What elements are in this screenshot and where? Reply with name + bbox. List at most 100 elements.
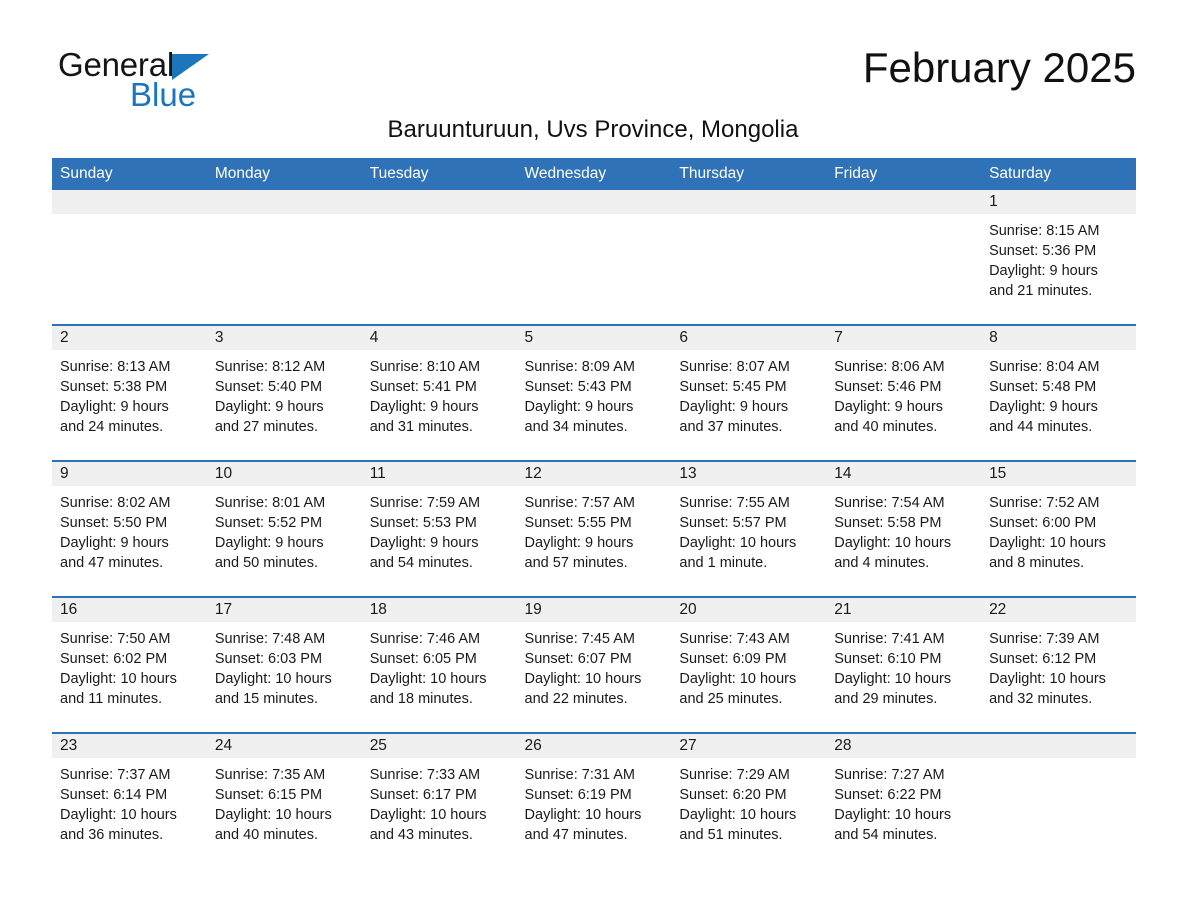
calendar-day-cell[interactable]: 5 Sunrise: 8:09 AM Sunset: 5:43 PM Daylight…: [516, 324, 672, 461]
calendar-day-cell[interactable]: 20 Sunrise: 7:43 AM Sunset: 6:09 PM Dayligh…: [671, 596, 827, 733]
calendar-day-cell[interactable]: 3 Sunrise: 8:12 AM Sunset: 5:40 PM Daylight…: [206, 324, 362, 461]
day-details: [826, 214, 981, 221]
daylight-text-cont: and 34 minutes.: [524, 419, 628, 435]
sunset-text: Sunset: 6:03 PM: [214, 651, 323, 667]
calendar-day-cell[interactable]: 25 Sunrise: 7:33 AM Sunset: 6:17 PM Dayligh…: [361, 732, 517, 868]
daylight-text-cont: and 21 minutes.: [989, 283, 1093, 299]
daylight-text-cont: and 4 minutes.: [834, 555, 930, 571]
calendar-day-cell[interactable]: 6 Sunrise: 8:07 AM Sunset: 5:45 PM Daylight…: [671, 324, 827, 461]
calendar-day-cell[interactable]: 7 Sunrise: 8:06 AM Sunset: 5:46 PM Daylight…: [826, 324, 982, 461]
calendar-day-cell-empty: [52, 190, 207, 325]
brand-logo[interactable]: General Blue: [58, 48, 318, 118]
day-number: [206, 190, 362, 214]
calendar-day-cell[interactable]: 2 Sunrise: 8:13 AM Sunset: 5:38 PM Daylight…: [52, 324, 207, 461]
day-details: Sunrise: 7:41 AM Sunset: 6:10 PM Daylight:…: [826, 622, 981, 709]
sunrise-text: Sunrise: 7:59 AM: [369, 495, 481, 511]
day-number: 1: [981, 190, 1136, 214]
sunrise-text: Sunrise: 7:57 AM: [524, 495, 635, 511]
day-details: Sunrise: 8:15 AM Sunset: 5:36 PM Daylight:…: [981, 214, 1136, 301]
day-details: Sunrise: 8:02 AM Sunset: 5:50 PM Daylight:…: [52, 486, 207, 573]
calendar-day-cell[interactable]: 18 Sunrise: 7:46 AM Sunset: 6:05 PM Dayligh…: [361, 596, 517, 733]
day-number: 13: [671, 462, 827, 486]
calendar-day-cell[interactable]: 27 Sunrise: 7:29 AM Sunset: 6:20 PM Dayligh…: [671, 732, 827, 868]
sunrise-text: Sunrise: 7:55 AM: [679, 495, 790, 511]
daylight-text: Daylight: 9 hours: [989, 399, 1098, 415]
sunset-text: Sunset: 6:12 PM: [989, 651, 1097, 667]
day-details: Sunrise: 7:43 AM Sunset: 6:09 PM Daylight:…: [671, 622, 826, 709]
calendar-day-cell[interactable]: 1 Sunrise: 8:15 AM Sunset: 5:36 PM Daylight…: [981, 190, 1136, 325]
calendar-day-cell[interactable]: 21 Sunrise: 7:41 AM Sunset: 6:10 PM Dayligh…: [826, 596, 982, 733]
daylight-text: Daylight: 10 hours: [834, 671, 952, 687]
day-details: Sunrise: 7:37 AM Sunset: 6:14 PM Daylight:…: [52, 758, 207, 845]
calendar-day-cell[interactable]: 22 Sunrise: 7:39 AM Sunset: 6:12 PM Dayligh…: [981, 596, 1136, 733]
daylight-text-cont: and 50 minutes.: [214, 555, 319, 571]
day-details: Sunrise: 7:55 AM Sunset: 5:57 PM Daylight:…: [671, 486, 826, 573]
calendar-day-cell-empty: [981, 732, 1136, 868]
sunrise-text: Sunrise: 7:27 AM: [834, 767, 945, 783]
calendar-day-cell[interactable]: 16 Sunrise: 7:50 AM Sunset: 6:02 PM Dayligh…: [52, 596, 207, 733]
sunset-text: Sunset: 6:17 PM: [369, 787, 477, 803]
day-number: 10: [206, 462, 362, 486]
calendar-day-cell[interactable]: 23 Sunrise: 7:37 AM Sunset: 6:14 PM Dayligh…: [52, 732, 207, 868]
sunset-text: Sunset: 5:43 PM: [524, 379, 632, 395]
calendar-day-cell[interactable]: 9 Sunrise: 8:02 AM Sunset: 5:50 PM Daylight…: [52, 460, 207, 597]
sunset-text: Sunset: 6:00 PM: [989, 515, 1097, 531]
calendar-week-row: 2 Sunrise: 8:13 AM Sunset: 5:38 PM Daylight…: [52, 324, 1136, 461]
calendar-table: Sunday Monday Tuesday Wednesday Thursday…: [52, 158, 1136, 868]
sunset-text: Sunset: 6:02 PM: [60, 651, 168, 667]
calendar-day-cell[interactable]: 15 Sunrise: 7:52 AM Sunset: 6:00 PM Dayligh…: [981, 460, 1136, 597]
sunrise-text: Sunrise: 8:07 AM: [679, 359, 790, 375]
daylight-text-cont: and 24 minutes.: [60, 419, 164, 435]
calendar-day-cell[interactable]: 12 Sunrise: 7:57 AM Sunset: 5:55 PM Dayligh…: [516, 460, 672, 597]
calendar-body: 1 Sunrise: 8:15 AM Sunset: 5:36 PM Daylight…: [52, 190, 1136, 868]
calendar-day-cell[interactable]: 10 Sunrise: 8:01 AM Sunset: 5:52 PM Dayligh…: [206, 460, 362, 597]
day-details: Sunrise: 7:48 AM Sunset: 6:03 PM Daylight:…: [207, 622, 362, 709]
brand-name-blue: Blue: [130, 76, 197, 113]
calendar-week-row: 23 Sunrise: 7:37 AM Sunset: 6:14 PM Dayligh…: [52, 732, 1136, 868]
daylight-text-cont: and 1 minute.: [679, 555, 768, 571]
calendar-day-cell-empty: [671, 190, 827, 325]
day-number: 25: [361, 734, 517, 758]
day-details: Sunrise: 7:39 AM Sunset: 6:12 PM Daylight:…: [981, 622, 1136, 709]
calendar-day-cell[interactable]: 11 Sunrise: 7:59 AM Sunset: 5:53 PM Dayligh…: [361, 460, 517, 597]
daylight-text: Daylight: 9 hours: [214, 535, 324, 551]
day-details: [671, 214, 826, 221]
sunset-text: Sunset: 6:10 PM: [834, 651, 942, 667]
daylight-text-cont: and 54 minutes.: [369, 555, 473, 571]
calendar-day-cell[interactable]: 8 Sunrise: 8:04 AM Sunset: 5:48 PM Daylight…: [981, 324, 1136, 461]
day-details: Sunrise: 8:12 AM Sunset: 5:40 PM Daylight:…: [207, 350, 362, 437]
day-number: 19: [516, 598, 672, 622]
sunset-text: Sunset: 6:09 PM: [679, 651, 787, 667]
calendar-day-cell[interactable]: 17 Sunrise: 7:48 AM Sunset: 6:03 PM Dayligh…: [206, 596, 362, 733]
day-details: [981, 758, 1136, 765]
day-details: Sunrise: 8:06 AM Sunset: 5:46 PM Daylight:…: [826, 350, 981, 437]
sunrise-text: Sunrise: 7:54 AM: [834, 495, 945, 511]
daylight-text: Daylight: 10 hours: [834, 535, 952, 551]
daylight-text: Daylight: 10 hours: [60, 807, 177, 823]
calendar-day-cell[interactable]: 24 Sunrise: 7:35 AM Sunset: 6:15 PM Dayligh…: [206, 732, 362, 868]
day-number: 12: [516, 462, 672, 486]
daylight-text: Daylight: 9 hours: [524, 399, 634, 415]
daylight-text-cont: and 44 minutes.: [989, 419, 1093, 435]
calendar-day-cell[interactable]: 13 Sunrise: 7:55 AM Sunset: 5:57 PM Dayligh…: [671, 460, 827, 597]
daylight-text: Daylight: 10 hours: [214, 671, 332, 687]
daylight-text-cont: and 15 minutes.: [214, 691, 319, 707]
page-subtitle: Baruunturuun, Uvs Province, Mongolia: [387, 116, 799, 143]
sunrise-text: Sunrise: 8:04 AM: [989, 359, 1100, 375]
daylight-text: Daylight: 10 hours: [524, 807, 642, 823]
calendar-day-cell[interactable]: 26 Sunrise: 7:31 AM Sunset: 6:19 PM Dayligh…: [516, 732, 672, 868]
calendar-day-cell[interactable]: 19 Sunrise: 7:45 AM Sunset: 6:07 PM Dayligh…: [516, 596, 672, 733]
day-number: 7: [826, 326, 982, 350]
calendar-day-cell[interactable]: 4 Sunrise: 8:10 AM Sunset: 5:41 PM Daylight…: [361, 324, 517, 461]
calendar-day-cell[interactable]: 28 Sunrise: 7:27 AM Sunset: 6:22 PM Dayligh…: [826, 732, 982, 868]
calendar-day-cell-empty: [826, 190, 982, 325]
sunset-text: Sunset: 5:46 PM: [834, 379, 942, 395]
daylight-text: Daylight: 9 hours: [60, 535, 169, 551]
calendar-day-cell[interactable]: 14 Sunrise: 7:54 AM Sunset: 5:58 PM Dayligh…: [826, 460, 982, 597]
daylight-text: Daylight: 10 hours: [679, 535, 797, 551]
calendar-day-cell-empty: [206, 190, 362, 325]
sunset-text: Sunset: 6:20 PM: [679, 787, 787, 803]
page-title: February 2025: [862, 44, 1136, 91]
sunset-text: Sunset: 6:05 PM: [369, 651, 477, 667]
day-details: Sunrise: 7:33 AM Sunset: 6:17 PM Daylight:…: [362, 758, 517, 845]
